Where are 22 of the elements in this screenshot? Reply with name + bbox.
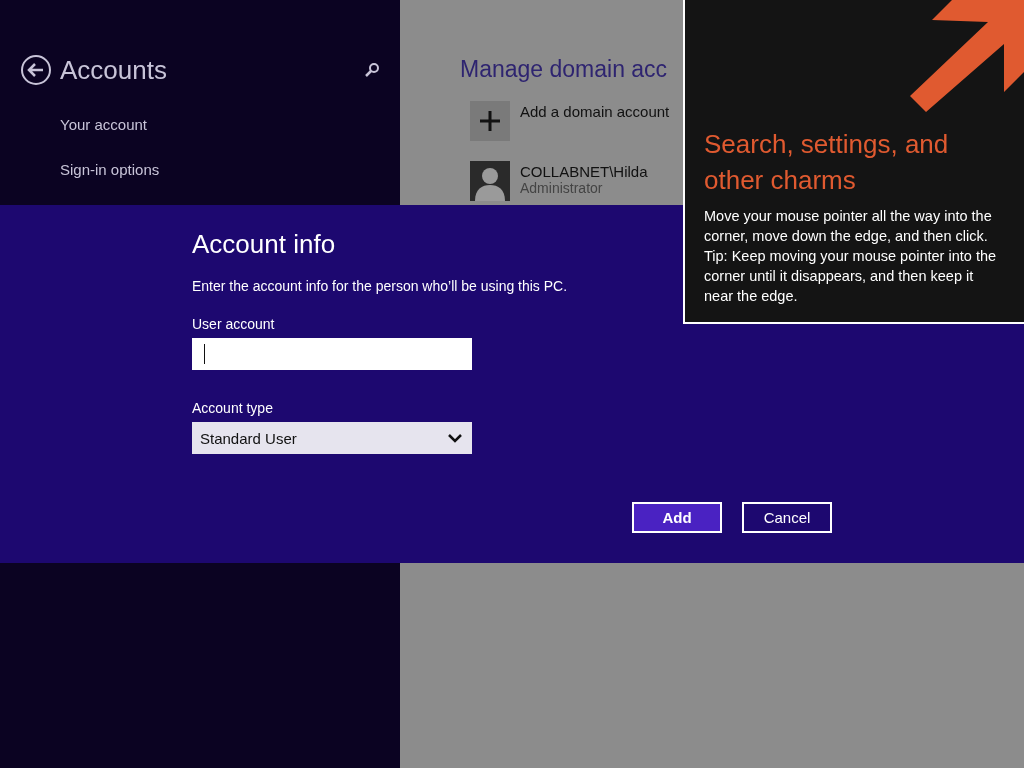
section-title: Manage domain acc — [460, 56, 668, 83]
sidebar-item[interactable]: Sign-in options — [60, 161, 400, 178]
search-icon[interactable] — [364, 62, 380, 78]
dropdown[interactable]: Standard User — [192, 422, 472, 454]
back-icon[interactable] — [20, 54, 52, 86]
dialog-description: Enter the account info for the person who’ll be using this PC. — [192, 278, 568, 294]
add-account-link[interactable]: Add a domain account — [520, 103, 670, 120]
field-label: Account type — [192, 400, 273, 416]
cancel-button[interactable]: Cancel — [742, 502, 832, 533]
input-field[interactable] — [192, 338, 472, 370]
sidebar-item[interactable]: Your account — [60, 116, 400, 133]
tip-title: Search, settings, and other charms — [704, 128, 950, 197]
plus-icon — [470, 101, 510, 141]
add-button[interactable]: Add — [632, 502, 722, 533]
user-avatar-icon — [470, 161, 510, 201]
page-title: Accounts — [60, 54, 168, 86]
account-name: COLLABNET\Hilda — [520, 163, 648, 180]
dialog-title: Account info — [192, 229, 336, 260]
chevron-down-icon — [448, 433, 462, 443]
tip-text: Move your mouse pointer all the way into the corner, move down the edge, and then click. Tip: Keep moving your mouse pointer into the corner until it disappears, and then keep it near the edge. — [704, 207, 998, 306]
account-role: Administrator — [520, 180, 604, 196]
field-label: User account — [192, 316, 275, 332]
